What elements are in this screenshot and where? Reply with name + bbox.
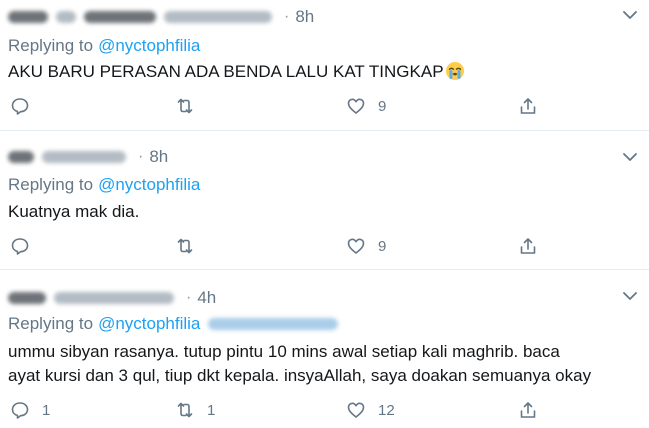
tweet-actions: 1 1 12 — [0, 399, 649, 421]
tweet-text-line: ayat kursi dan 3 qul, tiup dkt kepala. i… — [8, 366, 592, 385]
replying-to: Replying to @nyctophfilia — [8, 175, 200, 195]
tweet-header: · 4h — [8, 287, 216, 309]
like-count: 9 — [378, 237, 387, 255]
share-button[interactable] — [518, 399, 538, 421]
separator-dot: · — [138, 148, 144, 165]
like-button[interactable]: 9 — [346, 235, 386, 257]
author-name-emoji-redacted — [56, 11, 76, 23]
retweet-icon — [177, 98, 193, 114]
author-name-redacted-2[interactable] — [84, 11, 156, 23]
share-button[interactable] — [518, 95, 538, 117]
share-icon — [520, 98, 536, 114]
reply-button[interactable] — [10, 95, 42, 117]
like-icon — [347, 402, 365, 418]
tweet-header: · 8h — [8, 6, 314, 28]
tweet-text-line: ummu sibyan rasanya. tutup pintu 10 mins… — [8, 342, 560, 361]
like-icon — [347, 98, 365, 114]
tweet-timestamp[interactable]: 8h — [295, 7, 314, 27]
retweet-button[interactable] — [175, 235, 207, 257]
replying-to-handle[interactable]: @nyctophfilia — [98, 314, 200, 334]
author-name-redacted[interactable] — [8, 292, 46, 304]
reply-count: 1 — [42, 401, 51, 419]
separator-dot: · — [186, 289, 192, 306]
tweet-text: AKU BARU PERASAN ADA BENDA LALU KAT TING… — [8, 60, 465, 88]
like-button[interactable]: 12 — [346, 399, 395, 421]
additional-handles-redacted[interactable] — [208, 318, 339, 330]
chevron-down-icon[interactable] — [621, 6, 639, 24]
reply-icon — [11, 98, 29, 115]
replying-to-handle[interactable]: @nyctophfilia — [98, 175, 200, 195]
replying-to-label: Replying to — [8, 36, 94, 55]
tweet-timestamp[interactable]: 8h — [149, 147, 168, 167]
reply-icon — [11, 238, 29, 255]
chevron-down-icon[interactable] — [621, 148, 639, 166]
author-handle-redacted[interactable] — [164, 11, 272, 23]
like-icon — [347, 238, 365, 254]
like-count: 9 — [378, 97, 387, 115]
replying-to-label: Replying to — [8, 175, 94, 194]
retweet-icon — [177, 238, 193, 254]
tweet-3: · 4h Replying to @nyctophfilia ummu siby… — [0, 271, 649, 428]
reply-button[interactable]: 1 — [10, 399, 50, 421]
tweet-2: · 8h Replying to @nyctophfilia Kuatnya m… — [0, 132, 649, 270]
share-button[interactable] — [518, 235, 538, 257]
tweet-text-line: AKU BARU PERASAN ADA BENDA LALU KAT TING… — [8, 62, 444, 81]
replying-to-label: Replying to — [8, 314, 94, 333]
tweet-text-line: Kuatnya mak dia. — [8, 202, 140, 221]
tweet-actions: 9 — [0, 95, 649, 117]
like-button[interactable]: 9 — [346, 95, 386, 117]
tweet-timestamp[interactable]: 4h — [197, 288, 216, 308]
replying-to-handle[interactable]: @nyctophfilia — [98, 36, 200, 56]
replying-to: Replying to @nyctophfilia — [8, 36, 200, 56]
retweet-button[interactable]: 1 — [175, 399, 215, 421]
author-name-redacted[interactable] — [8, 11, 48, 23]
reply-button[interactable] — [10, 235, 42, 257]
author-handle-redacted[interactable] — [54, 292, 174, 304]
author-name-redacted[interactable] — [8, 151, 34, 163]
tweet-header: · 8h — [8, 146, 168, 168]
separator-dot: · — [284, 8, 290, 25]
chevron-down-icon[interactable] — [621, 287, 639, 305]
retweet-icon — [177, 402, 193, 418]
reply-icon — [11, 402, 29, 419]
loudly-crying-face-icon — [445, 61, 465, 88]
share-icon — [520, 238, 536, 254]
replying-to: Replying to @nyctophfilia — [8, 314, 346, 334]
tweet-text: ummu sibyan rasanya. tutup pintu 10 mins… — [8, 340, 591, 388]
author-handle-redacted[interactable] — [42, 151, 126, 163]
retweet-button[interactable] — [175, 95, 207, 117]
like-count: 12 — [378, 401, 395, 419]
tweet-text: Kuatnya mak dia. — [8, 200, 139, 224]
retweet-count: 1 — [207, 401, 216, 419]
tweet-1: · 8h Replying to @nyctophfilia AKU BARU … — [0, 0, 649, 131]
share-icon — [520, 402, 536, 418]
tweet-actions: 9 — [0, 235, 649, 257]
